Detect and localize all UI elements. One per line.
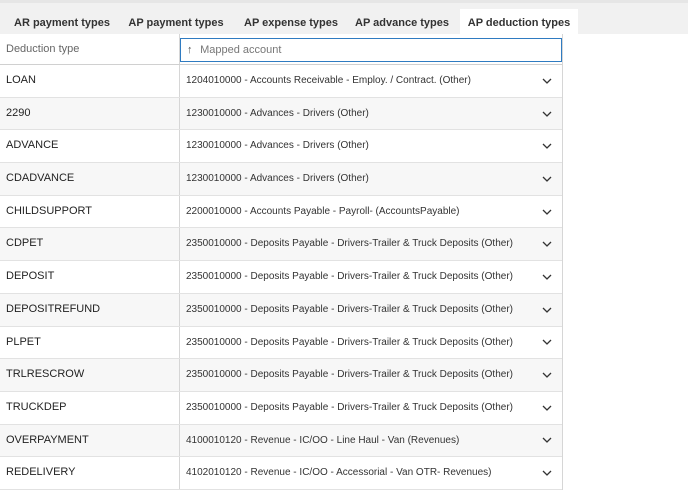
- chevron-down-icon[interactable]: [542, 425, 552, 457]
- tab-bar: AR payment types AP payment types AP exp…: [0, 0, 688, 37]
- chevron-down-icon[interactable]: [542, 163, 552, 195]
- table-row[interactable]: PLPET 2350010000 - Deposits Payable - Dri…: [0, 326, 562, 360]
- mapped-account-select[interactable]: 2350010000 - Deposits Payable - Drivers-…: [180, 359, 562, 391]
- chevron-down-icon[interactable]: [542, 261, 552, 293]
- deduction-type-cell: LOAN: [0, 65, 180, 97]
- table-row[interactable]: LOAN 1204010000 - Accounts Receivable - E…: [0, 65, 562, 98]
- mapped-account-select[interactable]: 4102010120 - Revenue - IC/OO - Accessori…: [180, 457, 562, 489]
- tab-ap-deduction-types[interactable]: AP deduction types: [460, 9, 578, 37]
- mapped-account-select[interactable]: 1230010000 - Advances - Drivers (Other): [180, 163, 562, 195]
- chevron-down-icon[interactable]: [542, 196, 552, 228]
- deduction-type-cell: CDPET: [0, 228, 180, 261]
- mapped-account-value: 2350010000 - Deposits Payable - Drivers-…: [186, 303, 513, 315]
- mapped-account-value: 4100010120 - Revenue - IC/OO - Line Haul…: [186, 434, 460, 446]
- table-row[interactable]: CDADVANCE 1230010000 - Advances - Drivers…: [0, 163, 562, 196]
- mapped-account-select[interactable]: 2350010000 - Deposits Payable - Drivers-…: [180, 228, 562, 260]
- mapped-account-value: 1230010000 - Advances - Drivers (Other): [186, 107, 369, 119]
- deduction-type-cell: CHILDSUPPORT: [0, 195, 180, 228]
- table-row[interactable]: CHILDSUPPORT 2200010000 - Accounts Payabl…: [0, 195, 562, 229]
- deduction-type-cell: ADVANCE: [0, 130, 180, 163]
- tab-ap-expense-types[interactable]: AP expense types: [236, 9, 346, 37]
- deduction-type-cell: PLPET: [0, 326, 180, 359]
- table-row[interactable]: DEPOSIT 2350010000 - Deposits Payable - D…: [0, 261, 562, 294]
- deduction-type-cell: TRLRESCROW: [0, 359, 180, 391]
- mapped-account-select[interactable]: 2350010000 - Deposits Payable - Drivers-…: [180, 327, 562, 359]
- chevron-down-icon[interactable]: [542, 392, 552, 424]
- deduction-type-cell: REDELIVERY: [0, 457, 180, 489]
- mapped-account-select[interactable]: 2200010000 - Accounts Payable - Payroll-…: [180, 196, 562, 228]
- mapped-account-select[interactable]: 2350010000 - Deposits Payable - Drivers-…: [180, 294, 562, 326]
- deduction-type-cell: CDADVANCE: [0, 163, 180, 195]
- table-row[interactable]: ADVANCE 1230010000 - Advances - Drivers (…: [0, 130, 562, 164]
- deduction-grid: Deduction type ↑ Mapped account LOAN 1204…: [0, 34, 563, 490]
- chevron-down-icon[interactable]: [542, 294, 552, 326]
- table-row[interactable]: TRUCKDEP 2350010000 - Deposits Payable - …: [0, 391, 562, 425]
- mapped-account-value: 1230010000 - Advances - Drivers (Other): [186, 140, 369, 152]
- mapped-account-value: 4102010120 - Revenue - IC/OO - Accessori…: [186, 467, 492, 479]
- mapped-account-value: 2200010000 - Accounts Payable - Payroll-…: [186, 205, 460, 217]
- sort-arrow-icon[interactable]: ↑: [187, 39, 197, 61]
- chevron-down-icon[interactable]: [542, 65, 552, 97]
- deduction-type-cell: 2290: [0, 97, 180, 130]
- grid-header: Deduction type ↑ Mapped account: [0, 34, 562, 65]
- deduction-type-column-header[interactable]: Deduction type: [0, 34, 180, 64]
- mapped-account-placeholder: Mapped account: [200, 44, 282, 56]
- mapped-account-select[interactable]: 2350010000 - Deposits Payable - Drivers-…: [180, 392, 562, 424]
- deduction-type-cell: OVERPAYMENT: [0, 424, 180, 457]
- mapped-account-value: 1204010000 - Accounts Receivable - Emplo…: [186, 75, 471, 86]
- mapped-account-select[interactable]: 2350010000 - Deposits Payable - Drivers-…: [180, 261, 562, 293]
- deduction-type-cell: TRUCKDEP: [0, 391, 180, 424]
- deduction-type-cell: DEPOSIT: [0, 261, 180, 293]
- tab-ap-payment-types[interactable]: AP payment types: [120, 9, 232, 37]
- mapped-account-value: 2350010000 - Deposits Payable - Drivers-…: [186, 369, 513, 381]
- chevron-down-icon[interactable]: [542, 98, 552, 130]
- table-row[interactable]: TRLRESCROW 2350010000 - Deposits Payable …: [0, 359, 562, 392]
- mapped-account-value: 1230010000 - Advances - Drivers (Other): [186, 173, 369, 185]
- chevron-down-icon[interactable]: [542, 228, 552, 260]
- chevron-down-icon[interactable]: [542, 457, 552, 489]
- mapped-account-value: 2350010000 - Deposits Payable - Drivers-…: [186, 336, 513, 348]
- chevron-down-icon[interactable]: [542, 130, 552, 162]
- mapped-account-select[interactable]: 4100010120 - Revenue - IC/OO - Line Haul…: [180, 425, 562, 457]
- chevron-down-icon[interactable]: [542, 327, 552, 359]
- table-row[interactable]: CDPET 2350010000 - Deposits Payable - Dri…: [0, 228, 562, 262]
- deduction-type-cell: DEPOSITREFUND: [0, 293, 180, 326]
- mapped-account-select[interactable]: 1230010000 - Advances - Drivers (Other): [180, 130, 562, 162]
- tab-ap-advance-types[interactable]: AP advance types: [348, 9, 456, 37]
- mapped-account-value: 2350010000 - Deposits Payable - Drivers-…: [186, 271, 513, 283]
- table-row[interactable]: OVERPAYMENT 4100010120 - Revenue - IC/OO …: [0, 424, 562, 458]
- table-row[interactable]: 2290 1230010000 - Advances - Drivers (Oth…: [0, 97, 562, 131]
- chevron-down-icon[interactable]: [542, 359, 552, 391]
- mapped-account-select[interactable]: 1230010000 - Advances - Drivers (Other): [180, 98, 562, 130]
- mapped-account-select[interactable]: 1204010000 - Accounts Receivable - Emplo…: [180, 65, 562, 97]
- tab-ar-payment-types[interactable]: AR payment types: [8, 9, 116, 37]
- table-row[interactable]: REDELIVERY 4102010120 - Revenue - IC/OO -…: [0, 457, 562, 490]
- mapped-account-value: 2350010000 - Deposits Payable - Drivers-…: [186, 238, 513, 250]
- mapped-account-value: 2350010000 - Deposits Payable - Drivers-…: [186, 401, 513, 413]
- grid-body: LOAN 1204010000 - Accounts Receivable - E…: [0, 65, 562, 490]
- table-row[interactable]: DEPOSITREFUND 2350010000 - Deposits Payab…: [0, 293, 562, 327]
- mapped-account-filter[interactable]: ↑ Mapped account: [180, 38, 562, 62]
